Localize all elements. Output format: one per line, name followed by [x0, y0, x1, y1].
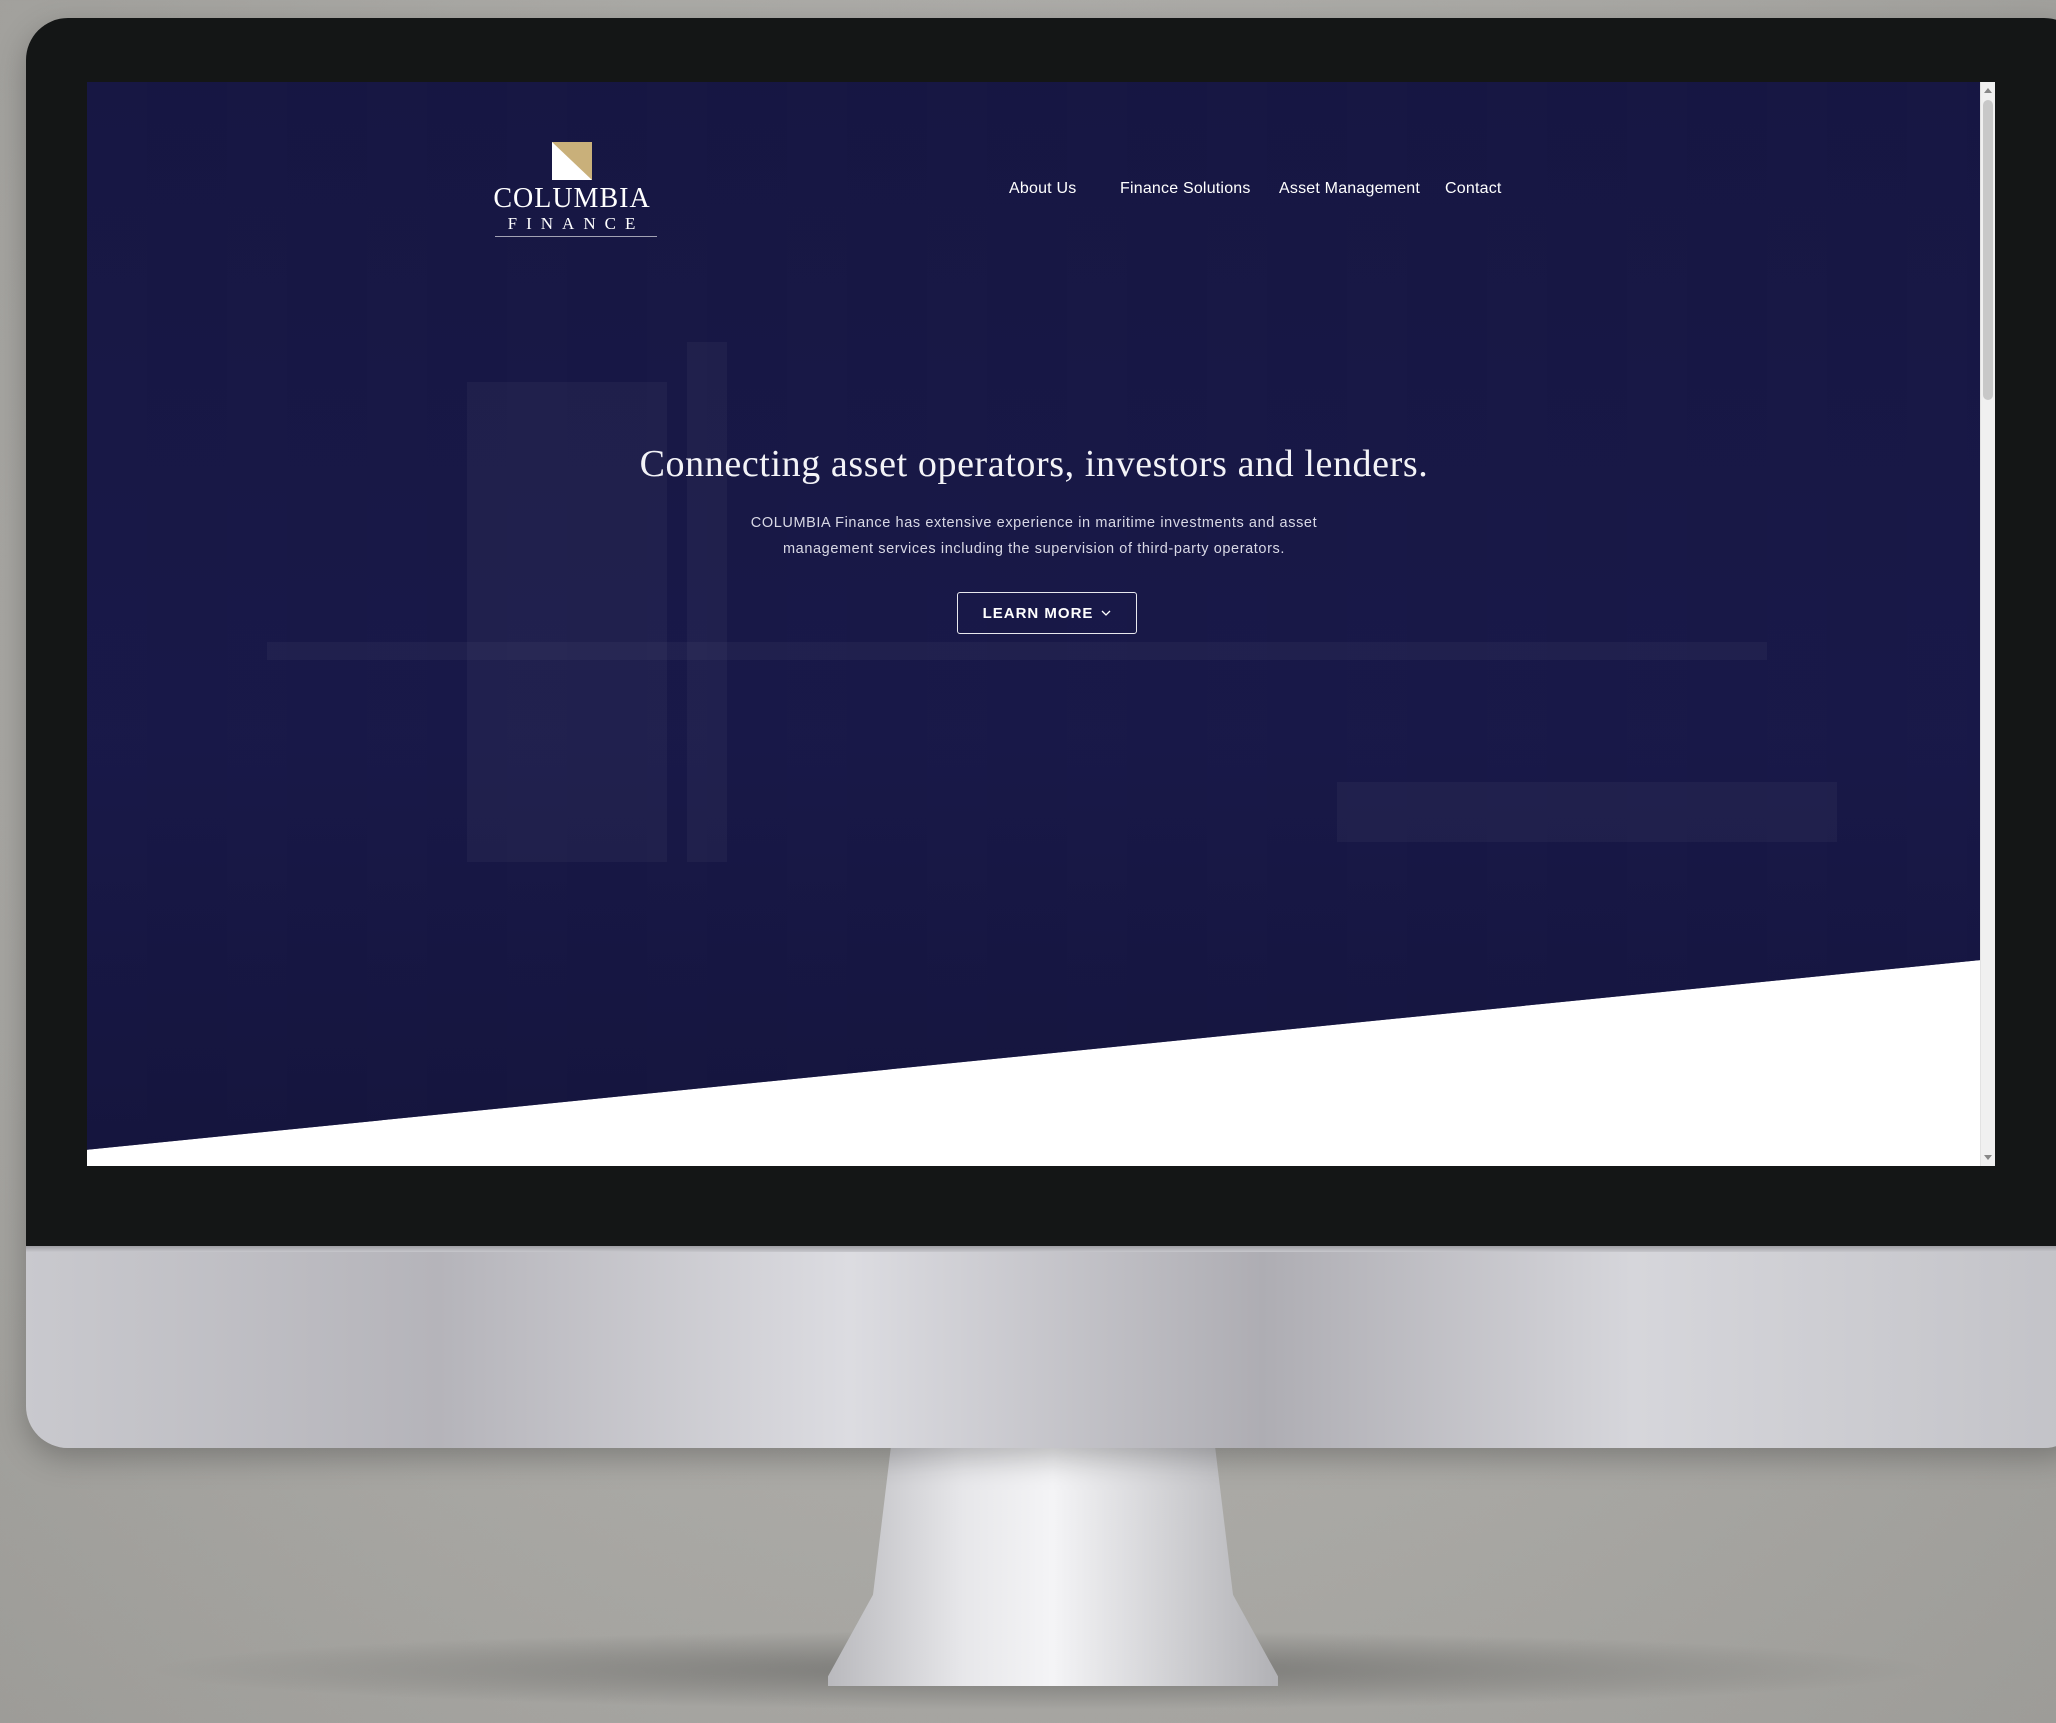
- browser-viewport: COLUMBIA FINANCE About Us Finance Soluti…: [87, 82, 1995, 1166]
- monitor-chin: [26, 1246, 2056, 1448]
- learn-more-button[interactable]: LEARN MORE: [957, 592, 1137, 634]
- hero-headline: Connecting asset operators, investors an…: [639, 443, 1429, 485]
- background-structure: [1337, 782, 1837, 842]
- chevron-down-icon: [1101, 610, 1111, 616]
- scrollbar-thumb[interactable]: [1983, 100, 1993, 400]
- monitor-stand: [828, 1446, 1278, 1686]
- learn-more-label: LEARN MORE: [982, 604, 1094, 622]
- nav-finance-solutions[interactable]: Finance Solutions: [1120, 180, 1251, 198]
- nav-about-us[interactable]: About Us: [1009, 180, 1076, 198]
- site-logo[interactable]: COLUMBIA FINANCE: [487, 142, 657, 237]
- logo-mark-icon: [552, 142, 592, 180]
- background-structure: [267, 642, 1767, 660]
- hero-description: COLUMBIA Finance has extensive experienc…: [684, 510, 1384, 562]
- page-scrollbar[interactable]: [1980, 82, 1995, 1166]
- logo-subtitle: FINANCE: [495, 214, 657, 237]
- scroll-up-arrow-icon[interactable]: [1984, 88, 1992, 93]
- background-structure: [687, 342, 727, 862]
- scroll-down-arrow-icon[interactable]: [1984, 1155, 1992, 1160]
- nav-asset-management[interactable]: Asset Management: [1279, 180, 1420, 198]
- hero-description-line-1: COLUMBIA Finance has extensive experienc…: [750, 515, 1318, 531]
- logo-name: COLUMBIA: [493, 183, 651, 214]
- nav-contact[interactable]: Contact: [1445, 180, 1502, 198]
- hero-description-line-2: management services including the superv…: [783, 541, 1285, 557]
